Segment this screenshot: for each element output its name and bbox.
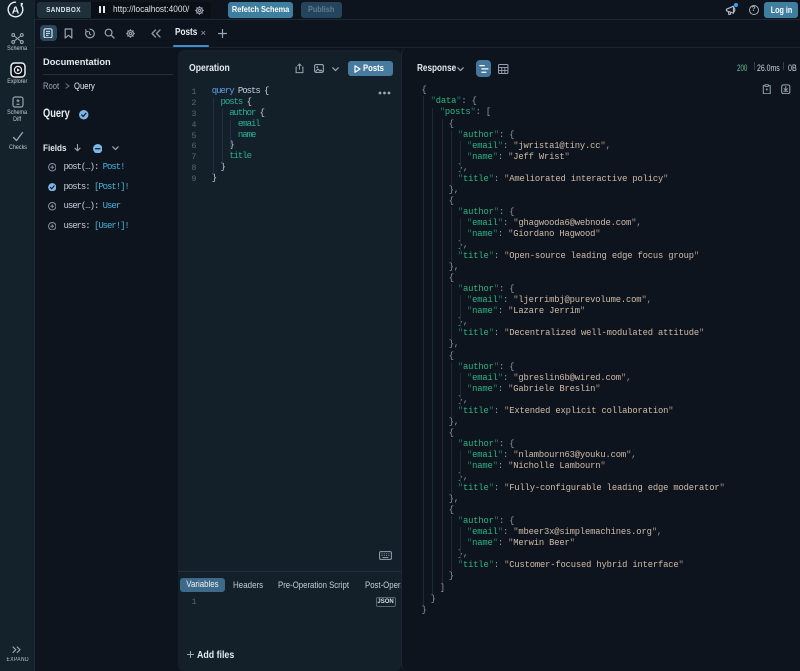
svg-text:A: A bbox=[11, 5, 19, 17]
